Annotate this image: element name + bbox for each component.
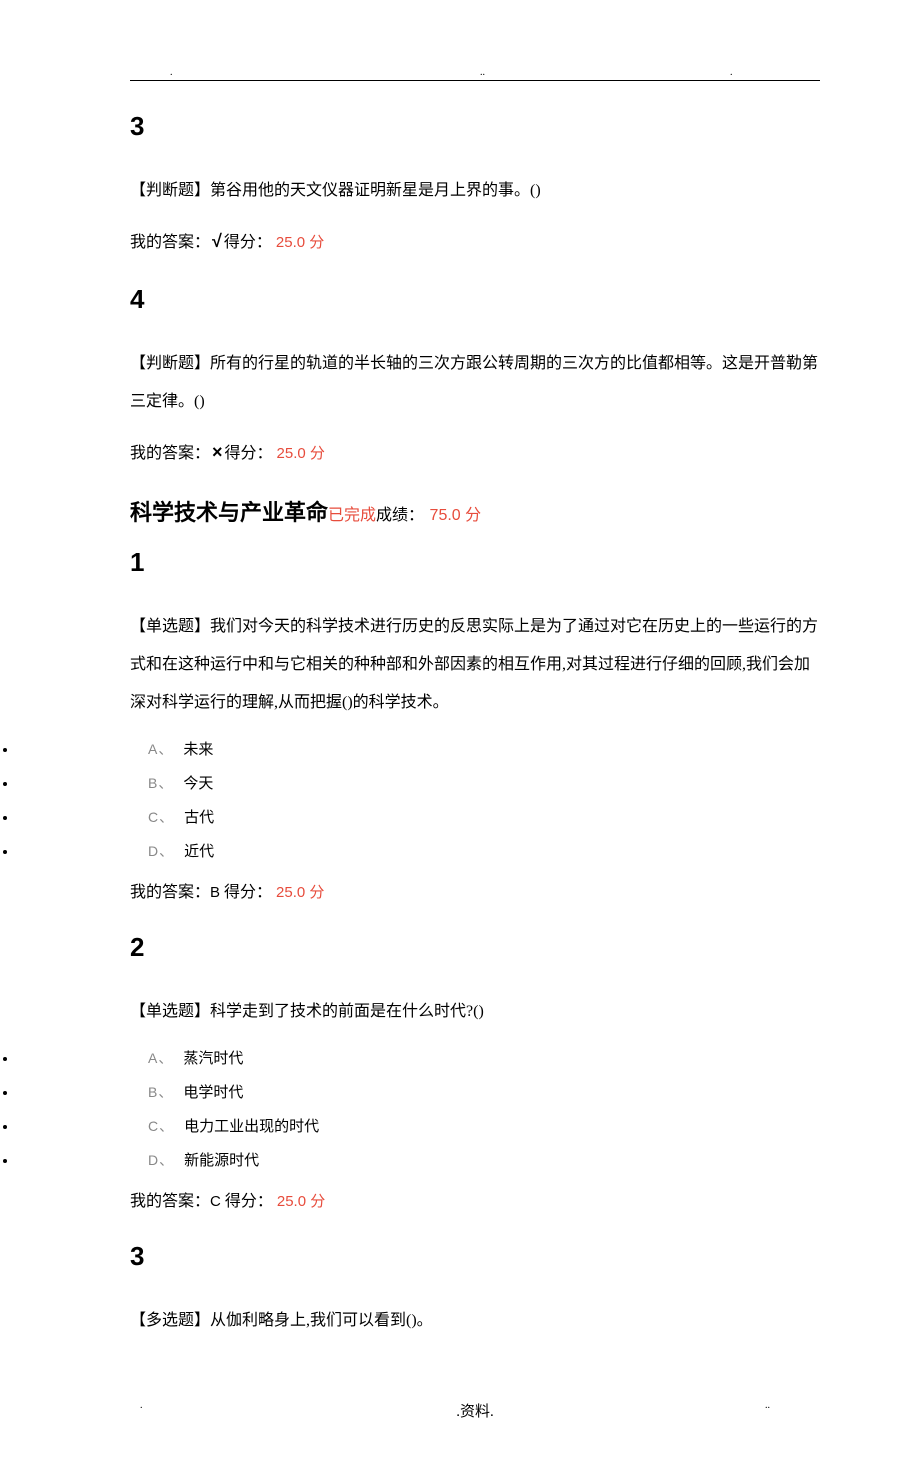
option-label: C、 <box>148 809 174 825</box>
question-1b-options: A、未来 B、今天 C、古代 D、近代 <box>10 733 820 869</box>
question-1b-body: 我们对今天的科学技术进行历史的反思实际上是为了通过对它在历史上的一些运行的方式和… <box>130 618 818 712</box>
option-label: D、 <box>148 1152 174 1168</box>
option-text: 电力工业出现的时代 <box>184 1119 319 1135</box>
question-3-body: 第谷用他的天文仪器证明新星是月上界的事。() <box>210 182 541 199</box>
document-page: . .. . 3 【判断题】第谷用他的天文仪器证明新星是月上界的事。() 我的答… <box>0 0 920 1461</box>
question-number-4: 4 <box>130 284 820 315</box>
answer-symbol-correct: √ <box>210 231 224 251</box>
header-rule: . .. . <box>130 60 820 81</box>
score-value: 25.0 分 <box>276 884 324 901</box>
question-number-3: 3 <box>130 111 820 142</box>
section-heading: 科学技术与产业革命已完成成绩： 75.0 分 <box>130 495 820 527</box>
section-title-text: 科学技术与产业革命 <box>130 500 328 525</box>
option-label: A、 <box>148 741 173 757</box>
answer-letter: B <box>210 884 220 901</box>
question-2b-answer: 我的答案：C 得分： 25.0 分 <box>130 1183 820 1221</box>
question-1b-answer: 我的答案：B 得分： 25.0 分 <box>130 874 820 912</box>
score-label: 得分： <box>220 884 272 901</box>
option-d: D、新能源时代 <box>18 1144 820 1178</box>
option-text: 古代 <box>184 810 214 826</box>
question-number-1b: 1 <box>130 547 820 578</box>
option-label: B、 <box>148 775 173 791</box>
option-c: C、古代 <box>18 801 820 835</box>
answer-prefix: 我的答案： <box>130 445 210 462</box>
answer-prefix: 我的答案： <box>130 884 210 901</box>
question-2b-text: 【单选题】科学走到了技术的前面是在什么时代?() <box>130 993 820 1031</box>
question-3b-text: 【多选题】从伽利略身上,我们可以看到()。 <box>130 1302 820 1340</box>
answer-prefix: 我的答案： <box>130 1193 210 1210</box>
page-footer: . .资料. .. <box>130 1400 820 1421</box>
option-a: A、未来 <box>18 733 820 767</box>
question-number-2b: 2 <box>130 932 820 963</box>
footer-text: .资料. <box>456 1404 494 1420</box>
score-label: 得分： <box>224 234 272 251</box>
section-score: 75.0 分 <box>430 507 482 524</box>
answer-symbol-wrong: × <box>210 442 225 462</box>
question-number-3b: 3 <box>130 1241 820 1272</box>
option-b: B、今天 <box>18 767 820 801</box>
score-value: 25.0 分 <box>277 445 325 462</box>
score-label: 得分： <box>221 1193 273 1210</box>
option-label: D、 <box>148 843 174 859</box>
score-value: 25.0 分 <box>276 234 324 251</box>
option-label: C、 <box>148 1118 174 1134</box>
option-text: 未来 <box>183 742 213 758</box>
score-label: 得分： <box>225 445 273 462</box>
option-text: 电学时代 <box>183 1085 243 1101</box>
question-4-type: 【判断题】 <box>130 355 210 372</box>
answer-prefix: 我的答案： <box>130 234 210 251</box>
option-text: 今天 <box>183 776 213 792</box>
question-3b-type: 【多选题】 <box>130 1312 210 1329</box>
footer-dot-right: .. <box>765 1400 770 1411</box>
question-2b-body: 科学走到了技术的前面是在什么时代?() <box>210 1003 484 1020</box>
question-3-text: 【判断题】第谷用他的天文仪器证明新星是月上界的事。() <box>130 172 820 210</box>
question-2b-type: 【单选题】 <box>130 1003 210 1020</box>
option-text: 蒸汽时代 <box>183 1051 243 1067</box>
section-status: 已完成 <box>328 507 376 524</box>
option-c: C、电力工业出现的时代 <box>18 1110 820 1144</box>
question-4-answer: 我的答案：×得分： 25.0 分 <box>130 431 820 474</box>
option-label: A、 <box>148 1050 173 1066</box>
footer-dot-left: . <box>140 1400 143 1411</box>
question-1b-text: 【单选题】我们对今天的科学技术进行历史的反思实际上是为了通过对它在历史上的一些运… <box>130 608 820 723</box>
option-b: B、电学时代 <box>18 1076 820 1110</box>
question-2b-options: A、蒸汽时代 B、电学时代 C、电力工业出现的时代 D、新能源时代 <box>10 1042 820 1178</box>
question-4-text: 【判断题】所有的行星的轨道的半长轴的三次方跟公转周期的三次方的比值都相等。这是开… <box>130 345 820 422</box>
section-score-label: 成绩： <box>376 507 424 524</box>
answer-letter: C <box>210 1193 221 1210</box>
option-label: B、 <box>148 1084 173 1100</box>
option-text: 新能源时代 <box>184 1153 259 1169</box>
question-3-type: 【判断题】 <box>130 182 210 199</box>
question-3-answer: 我的答案：√得分： 25.0 分 <box>130 220 820 263</box>
option-d: D、近代 <box>18 835 820 869</box>
score-value: 25.0 分 <box>277 1193 325 1210</box>
option-text: 近代 <box>184 844 214 860</box>
header-dot-right: . <box>730 67 733 78</box>
question-3b-body: 从伽利略身上,我们可以看到()。 <box>210 1312 433 1329</box>
header-dot-left: . <box>170 67 173 78</box>
option-a: A、蒸汽时代 <box>18 1042 820 1076</box>
question-4-body: 所有的行星的轨道的半长轴的三次方跟公转周期的三次方的比值都相等。这是开普勒第三定… <box>130 355 818 410</box>
question-1b-type: 【单选题】 <box>130 618 210 635</box>
header-dot-mid: .. <box>480 67 485 78</box>
